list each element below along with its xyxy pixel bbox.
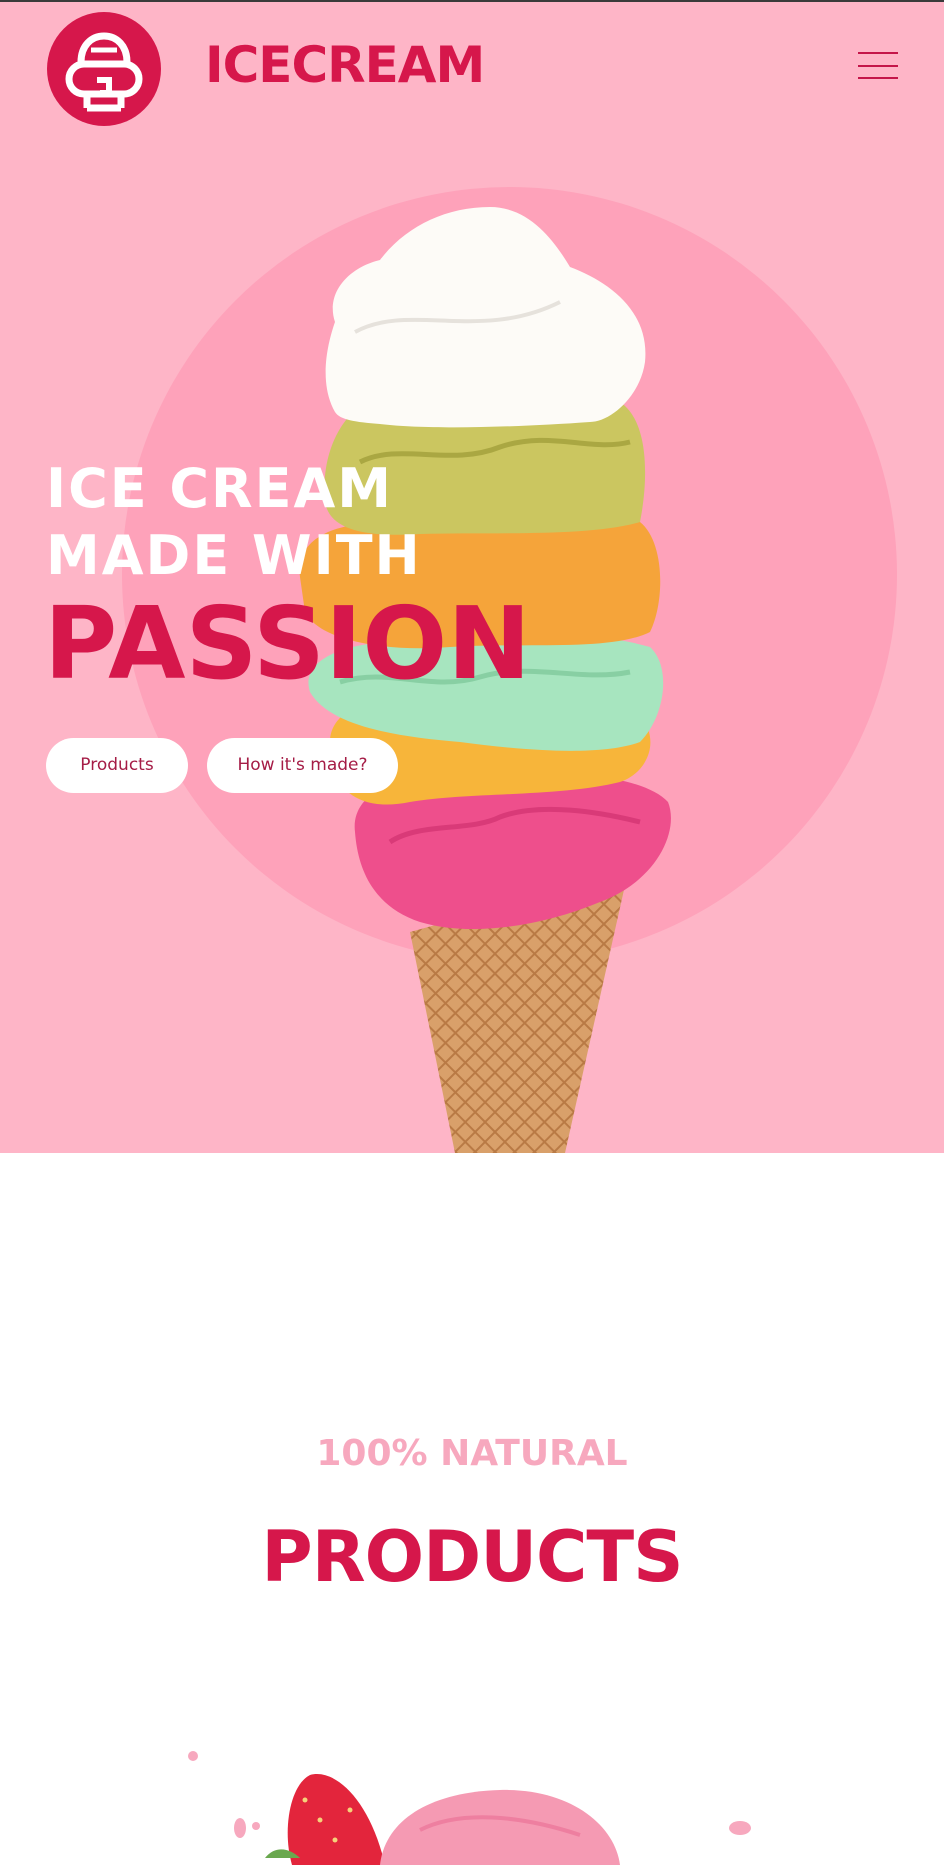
hero-heading-line-3: PASSION (44, 585, 531, 702)
hero-heading-line-2: MADE WITH (46, 524, 422, 587)
menu-line (858, 77, 898, 79)
menu-line (858, 52, 898, 54)
section-subtitle: 100% NATURAL (316, 1433, 628, 1474)
menu-line (858, 65, 898, 67)
products-button[interactable]: Products (46, 738, 188, 793)
ice-cream-logo-icon (65, 32, 143, 112)
hero-section: ICECREAM ICE CREAM MADE WITH PASSION Pro… (0, 2, 944, 1153)
section-title: PRODUCTS (261, 1516, 683, 1598)
hamburger-menu-icon[interactable] (858, 52, 898, 80)
strawberry-ice-cream-image (188, 1751, 751, 1865)
brand-logo[interactable] (47, 12, 161, 126)
brand-name[interactable]: ICECREAM (205, 40, 485, 90)
how-its-made-button[interactable]: How it's made? (207, 738, 398, 793)
hero-heading-line-1: ICE CREAM (46, 457, 394, 520)
